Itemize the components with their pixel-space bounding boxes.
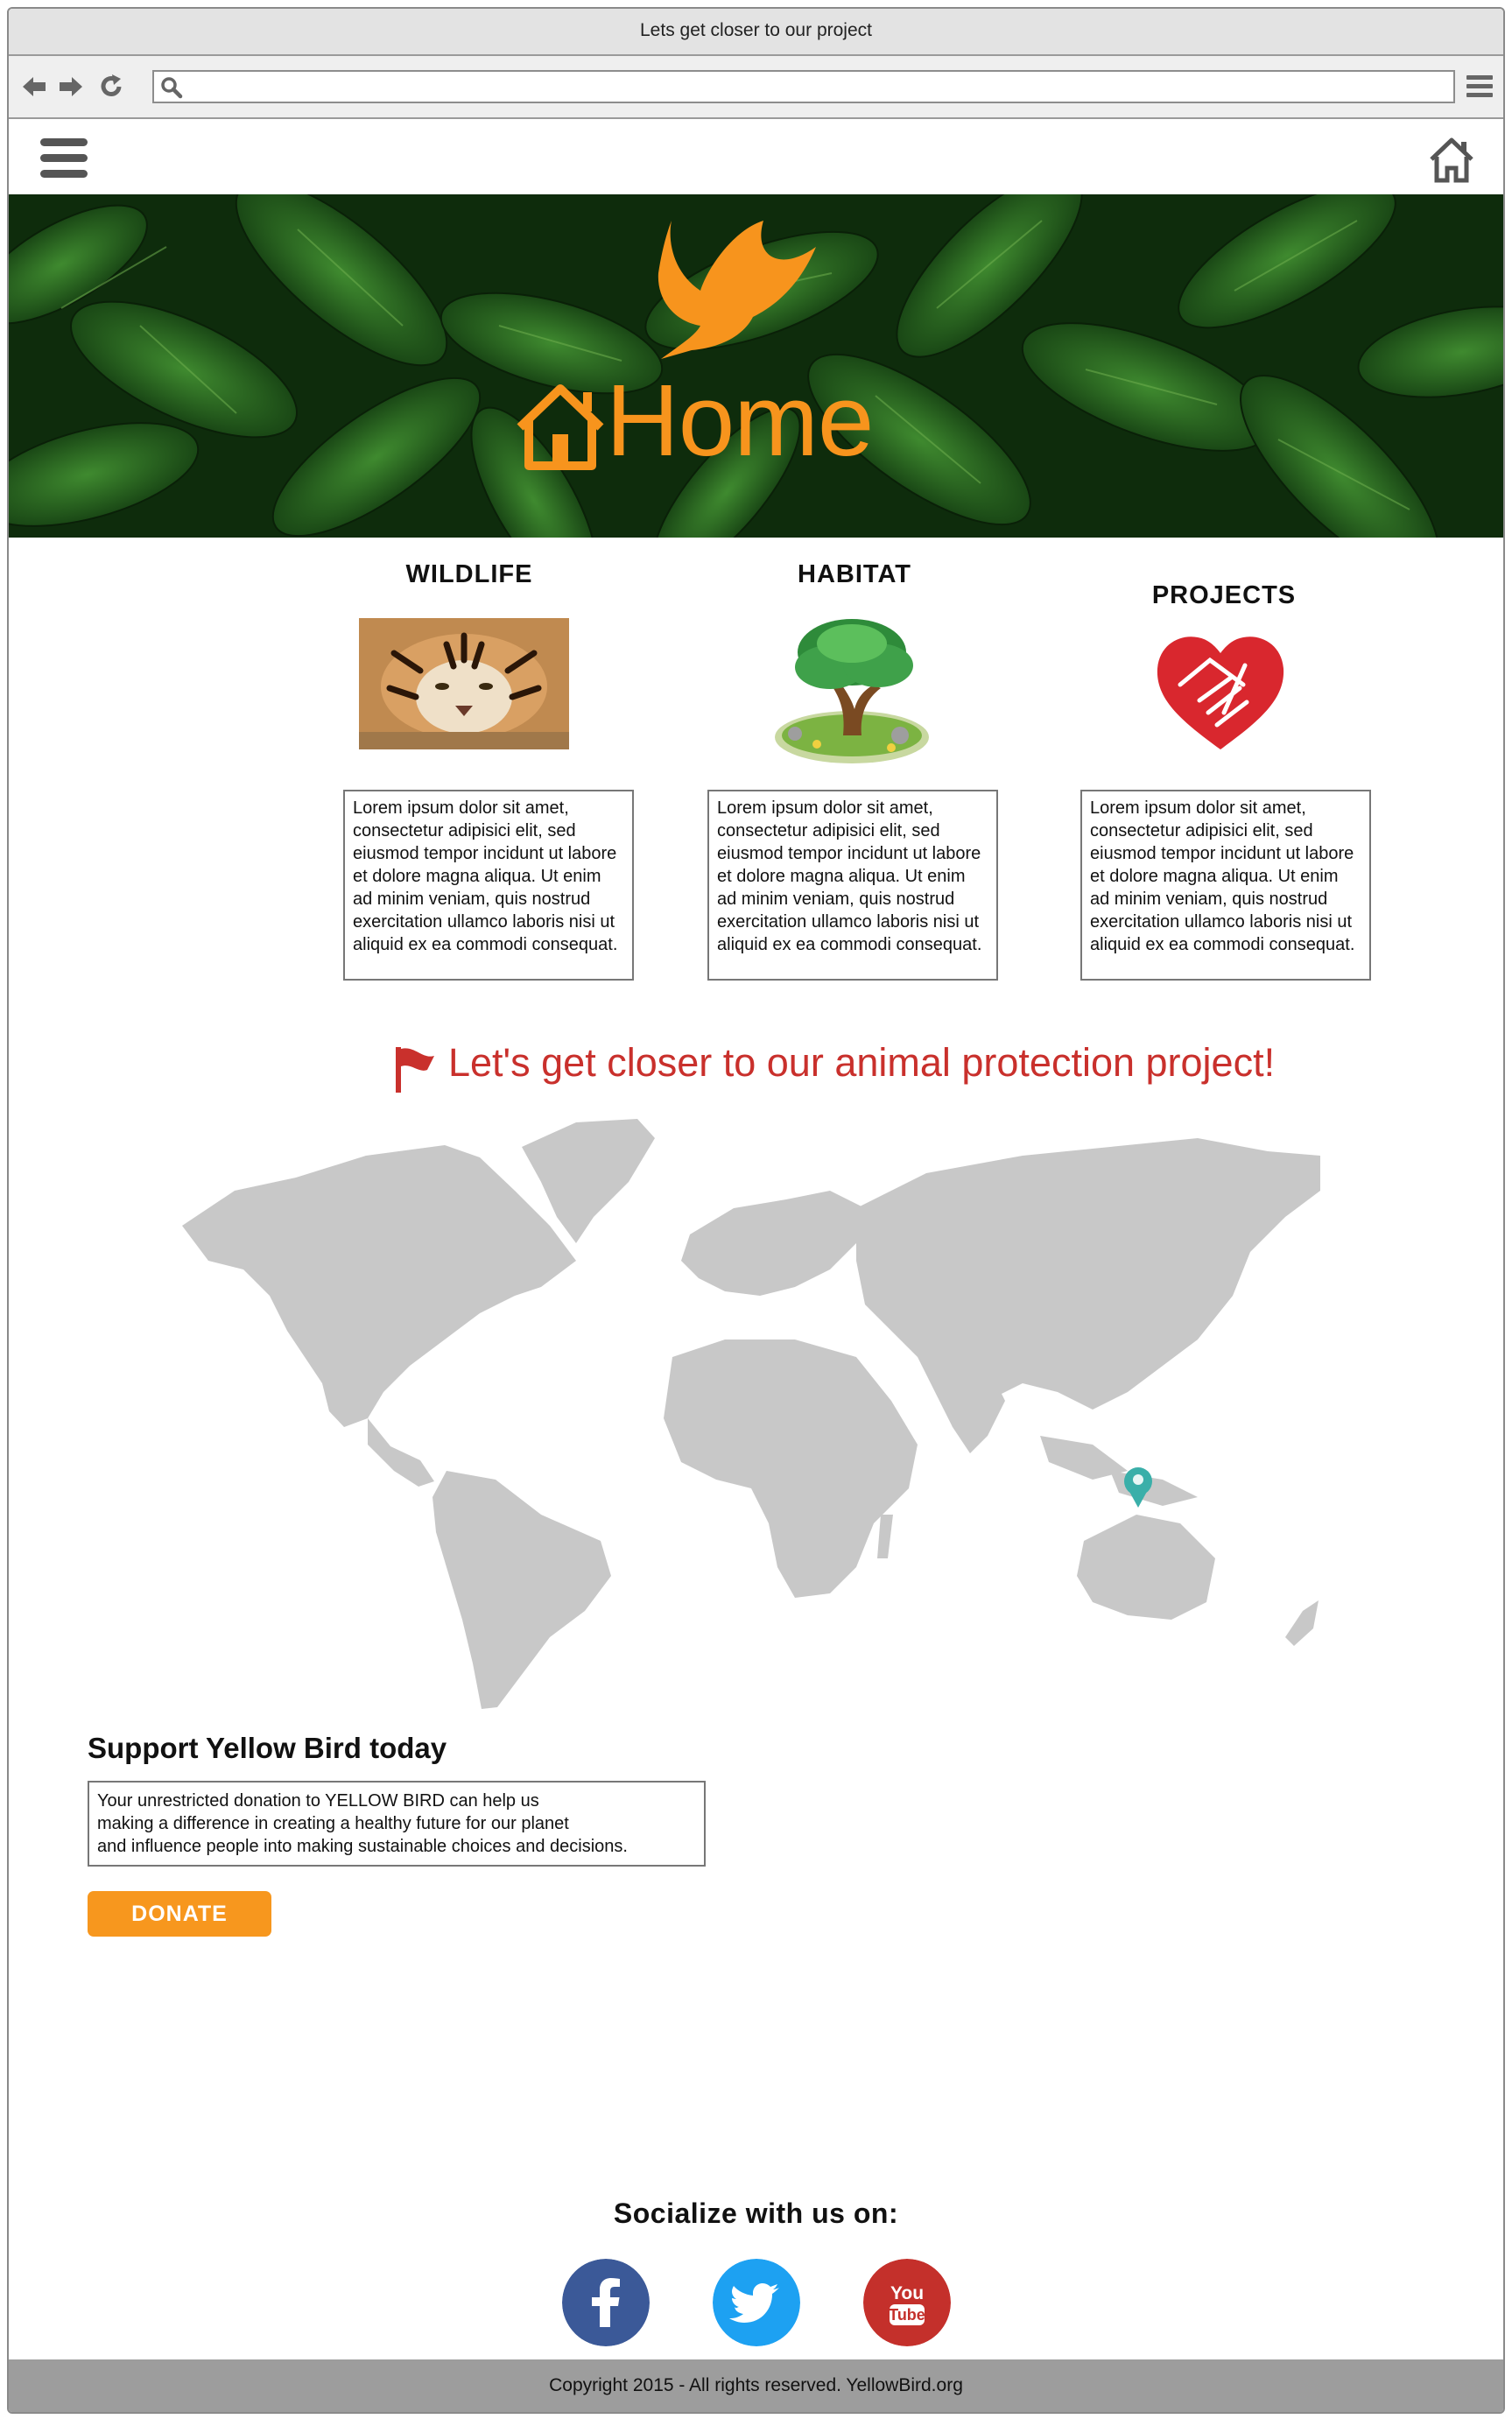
flag-icon — [396, 1047, 434, 1093]
site-header — [9, 119, 1503, 194]
forward-arrow-icon[interactable] — [56, 72, 86, 102]
hero-title: Home — [606, 363, 874, 477]
twitter-icon[interactable] — [713, 2259, 800, 2346]
window-title: Lets get closer to our project — [9, 9, 1503, 56]
heart-hands-image — [1157, 636, 1284, 749]
support-text-line: making a difference in creating a health… — [97, 1814, 569, 1833]
address-bar[interactable] — [152, 70, 1455, 103]
wildlife-text: Lorem ipsum dolor sit amet, consectetur … — [343, 790, 634, 981]
tiger-image — [359, 618, 569, 749]
hamburger-icon[interactable] — [40, 138, 88, 184]
habitat-title: HABITAT — [798, 560, 911, 588]
world-map[interactable] — [165, 1103, 1373, 1716]
support-text-line: and influence people into making sustain… — [97, 1837, 628, 1856]
support-text: Your unrestricted donation to YELLOW BIR… — [88, 1781, 706, 1867]
svg-text:Tube: Tube — [889, 2306, 925, 2324]
browser-toolbar — [9, 56, 1503, 119]
svg-text:You: You — [890, 2283, 924, 2303]
support-text-line: Your unrestricted donation to YELLOW BIR… — [97, 1791, 539, 1811]
reload-icon[interactable] — [96, 72, 126, 102]
habitat-text: Lorem ipsum dolor sit amet, consectetur … — [707, 790, 998, 981]
social-title: Socialize with us on: — [613, 2197, 899, 2229]
footer: Copyright 2015 - All rights reserved. Ye… — [9, 2359, 1503, 2412]
project-headline: Let's get closer to our animal protectio… — [448, 1040, 1276, 1085]
browser-window: Lets get closer to our project Home WILD… — [7, 7, 1505, 2414]
tree-image — [775, 619, 929, 763]
projects-text: Lorem ipsum dolor sit amet, consectetur … — [1080, 790, 1371, 981]
projects-title: PROJECTS — [1151, 581, 1297, 609]
map-pin-icon[interactable] — [1124, 1467, 1152, 1508]
hero-banner: Home — [9, 194, 1503, 538]
wildlife-title: WILDLIFE — [405, 560, 533, 588]
home-icon[interactable] — [1426, 135, 1477, 186]
search-icon — [161, 77, 183, 99]
browser-menu-icon[interactable] — [1466, 75, 1493, 100]
donate-button[interactable]: DONATE — [88, 1891, 271, 1937]
youtube-icon[interactable]: You Tube — [863, 2259, 951, 2346]
facebook-icon[interactable] — [562, 2259, 650, 2346]
support-title: Support Yellow Bird today — [88, 1732, 447, 1764]
back-arrow-icon[interactable] — [19, 72, 49, 102]
